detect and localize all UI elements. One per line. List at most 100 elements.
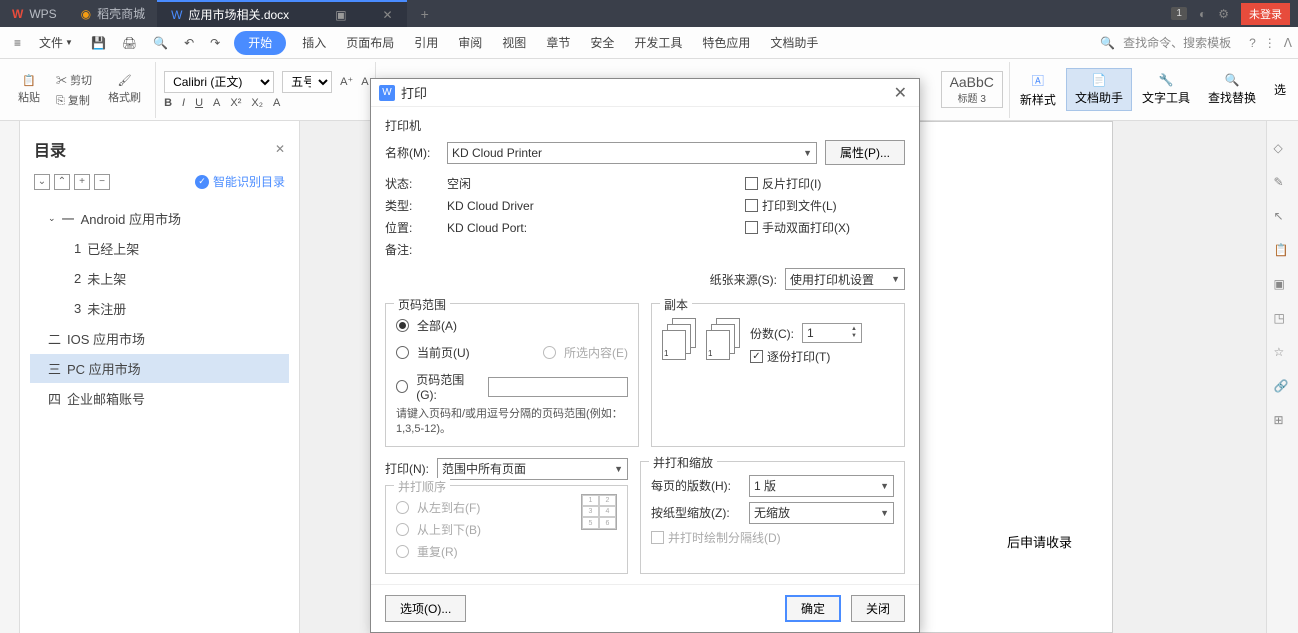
font-name-select[interactable]: Calibri (正文) bbox=[164, 71, 274, 93]
manual-duplex-checkbox[interactable]: 手动双面打印(X) bbox=[745, 219, 905, 236]
outline-item-pc[interactable]: 三 PC 应用市场 bbox=[30, 354, 289, 383]
menu-section[interactable]: 章节 bbox=[536, 27, 580, 59]
select-button[interactable]: 选 bbox=[1266, 77, 1294, 102]
rail-pencil-icon[interactable]: ✎ bbox=[1274, 175, 1292, 193]
doc-helper-button[interactable]: 📄 文档助手 bbox=[1066, 68, 1132, 111]
rail-clipboard-icon[interactable]: 📋 bbox=[1274, 243, 1292, 261]
chevron-down-icon: ▼ bbox=[880, 481, 889, 491]
outline-item-android[interactable]: ⌄ 一 Android 应用市场 bbox=[30, 204, 289, 233]
menu-insert[interactable]: 插入 bbox=[292, 27, 336, 59]
print-what-select[interactable]: 范围中所有页面 ▼ bbox=[437, 458, 628, 480]
find-replace-button[interactable]: 🔍 查找替换 bbox=[1200, 69, 1264, 110]
menu-devtools[interactable]: 开发工具 bbox=[624, 27, 692, 59]
skin-icon[interactable]: ◐ bbox=[1199, 7, 1206, 21]
qat-print-icon[interactable]: 🖨 bbox=[114, 32, 145, 54]
menu-special[interactable]: 特色应用 bbox=[692, 27, 760, 59]
format-brush-button[interactable]: 🖌 格式刷 bbox=[100, 70, 149, 109]
range-pages-radio[interactable]: 页码范围(G): bbox=[396, 371, 628, 402]
outline-minus-button[interactable]: − bbox=[94, 174, 110, 190]
tab-add-button[interactable]: + bbox=[407, 6, 443, 22]
superscript-button[interactable]: X² bbox=[230, 97, 241, 109]
notification-badge[interactable]: 1 bbox=[1171, 7, 1187, 20]
scale-select[interactable]: 无缩放▼ bbox=[749, 502, 894, 524]
pages-per-sheet-select[interactable]: 1 版▼ bbox=[749, 475, 894, 497]
left-rail bbox=[0, 121, 20, 633]
menu-view[interactable]: 视图 bbox=[492, 27, 536, 59]
menu-dochelper[interactable]: 文档助手 bbox=[760, 27, 828, 59]
outline-close-icon[interactable]: ✕ bbox=[275, 142, 285, 156]
tab-close-icon[interactable]: ✕ bbox=[383, 8, 393, 22]
italic-button[interactable]: I bbox=[182, 97, 185, 109]
underline-button[interactable]: U bbox=[195, 97, 203, 109]
range-pages-input[interactable] bbox=[488, 377, 628, 397]
options-button[interactable]: 选项(O)... bbox=[385, 595, 466, 622]
style-preview[interactable]: AaBbC 标题 3 bbox=[941, 71, 1003, 108]
menu-security[interactable]: 安全 bbox=[580, 27, 624, 59]
menu-file[interactable]: 文件 ▼ bbox=[29, 27, 83, 59]
bold-button[interactable]: B bbox=[164, 97, 172, 109]
menu-review[interactable]: 审阅 bbox=[448, 27, 492, 59]
qat-save-icon[interactable]: 💾 bbox=[83, 32, 114, 54]
text-tools-button[interactable]: 🔧 文字工具 bbox=[1134, 69, 1198, 110]
search-icon[interactable]: 🔍 bbox=[1100, 36, 1115, 50]
collapse-ribbon-icon[interactable]: ᐱ bbox=[1284, 36, 1292, 50]
rail-star-icon[interactable]: ☆ bbox=[1274, 345, 1292, 363]
menu-layout[interactable]: 页面布局 bbox=[336, 27, 404, 59]
paper-source-select[interactable]: 使用打印机设置 ▼ bbox=[785, 268, 905, 290]
menu-collapse-icon[interactable]: ≡ bbox=[6, 32, 29, 54]
rail-shape-icon[interactable]: ◳ bbox=[1274, 311, 1292, 329]
new-style-button[interactable]: 🄰 新样式 bbox=[1012, 68, 1064, 112]
tab-document[interactable]: W 应用市场相关.docx ▣ ✕ bbox=[157, 0, 406, 27]
print-to-file-checkbox[interactable]: 打印到文件(L) bbox=[745, 197, 905, 214]
font-color-button[interactable]: A bbox=[273, 97, 280, 109]
paper-source-label: 纸张来源(S): bbox=[710, 271, 777, 288]
close-button[interactable]: 关闭 bbox=[851, 595, 905, 622]
help-icon[interactable]: ? bbox=[1249, 36, 1256, 50]
outline-item-ios[interactable]: 二 IOS 应用市场 bbox=[30, 324, 289, 353]
rail-diamond-icon[interactable]: ◇ bbox=[1274, 141, 1292, 159]
search-hint[interactable]: 查找命令、搜索模板 bbox=[1123, 34, 1231, 51]
rail-graph-icon[interactable]: ⊞ bbox=[1274, 413, 1292, 431]
range-all-radio[interactable]: 全部(A) bbox=[396, 317, 628, 334]
outline-plus-button[interactable]: + bbox=[74, 174, 90, 190]
qat-undo-icon[interactable]: ↶ bbox=[176, 32, 202, 54]
cut-button[interactable]: ✂ 剪切 bbox=[56, 72, 92, 88]
menu-start[interactable]: 开始 bbox=[234, 31, 286, 55]
outline-item-published[interactable]: 1 已经上架 bbox=[30, 234, 289, 263]
rail-link-icon[interactable]: 🔗 bbox=[1274, 379, 1292, 397]
tab-store[interactable]: ◉ 稻壳商城 bbox=[69, 0, 158, 27]
menu-reference[interactable]: 引用 bbox=[404, 27, 448, 59]
nup-order-fieldset: 并打顺序 从左到右(F) 从上到下(B) 重复(R) 123456 bbox=[385, 485, 628, 574]
outline-item-email[interactable]: 四 企业邮箱账号 bbox=[30, 384, 289, 413]
tab-wps[interactable]: W WPS bbox=[0, 0, 69, 27]
range-current-radio[interactable]: 当前页(U) bbox=[396, 344, 535, 361]
copies-label: 份数(C): bbox=[750, 325, 794, 342]
shrink-font-icon[interactable]: A bbox=[361, 76, 368, 88]
collate-checkbox[interactable]: ✓逐份打印(T) bbox=[750, 348, 894, 365]
rail-cursor-icon[interactable]: ↖ bbox=[1274, 209, 1292, 227]
outline-expand-button[interactable]: ⌃ bbox=[54, 174, 70, 190]
copies-spinner[interactable]: 1▲▼ bbox=[802, 323, 862, 343]
more-icon[interactable]: ⋮ bbox=[1264, 36, 1276, 50]
gear-icon[interactable]: ⚙ bbox=[1218, 7, 1229, 21]
window-restore-icon[interactable]: ▣ bbox=[335, 8, 346, 22]
dialog-close-button[interactable]: ✕ bbox=[890, 83, 911, 103]
outline-item-unpublished[interactable]: 2 未上架 bbox=[30, 264, 289, 293]
reverse-print-checkbox[interactable]: 反片打印(I) bbox=[745, 175, 905, 192]
outline-collapse-button[interactable]: ⌄ bbox=[34, 174, 50, 190]
printer-name-select[interactable]: KD Cloud Printer ▼ bbox=[447, 142, 817, 164]
subscript-button[interactable]: X₂ bbox=[251, 97, 263, 109]
copy-button[interactable]: ⎘ 复制 bbox=[56, 92, 92, 108]
paste-button[interactable]: 📋 粘贴 bbox=[10, 70, 48, 109]
ok-button[interactable]: 确定 bbox=[785, 595, 841, 622]
smart-outline-link[interactable]: ✓ 智能识别目录 bbox=[195, 173, 285, 190]
printer-properties-button[interactable]: 属性(P)... bbox=[825, 140, 905, 165]
grow-font-icon[interactable]: A⁺ bbox=[340, 75, 353, 88]
strike-button[interactable]: A bbox=[213, 97, 220, 109]
font-size-select[interactable]: 五号 bbox=[282, 71, 332, 93]
qat-redo-icon[interactable]: ↷ bbox=[202, 32, 228, 54]
login-button[interactable]: 未登录 bbox=[1241, 3, 1290, 25]
outline-item-unregistered[interactable]: 3 未注册 bbox=[30, 294, 289, 323]
qat-preview-icon[interactable]: 🔍 bbox=[145, 32, 176, 54]
rail-box-icon[interactable]: ▣ bbox=[1274, 277, 1292, 295]
